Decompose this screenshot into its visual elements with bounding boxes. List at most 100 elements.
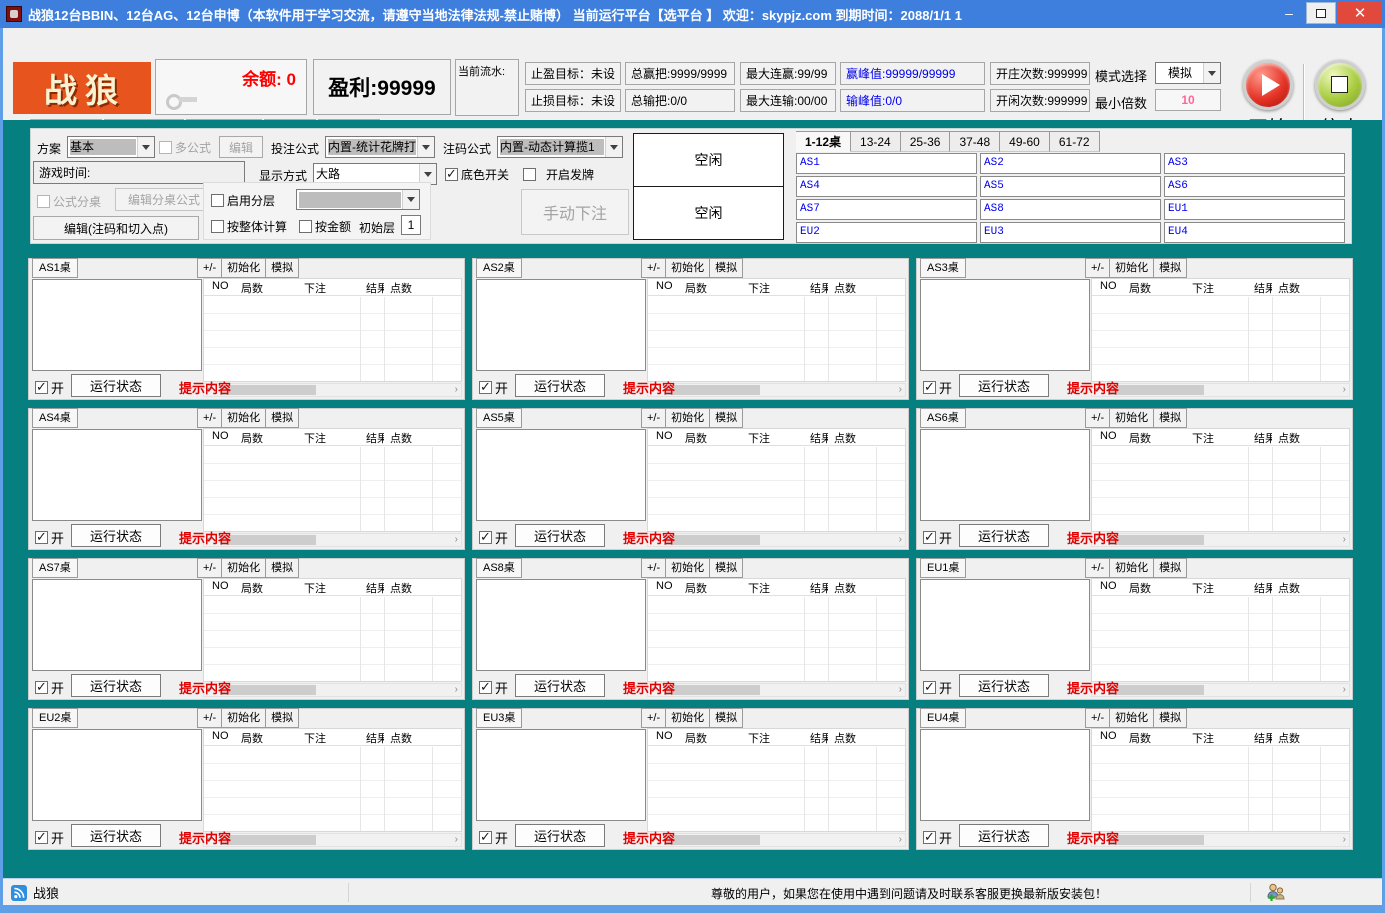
scroll-right-icon[interactable]: › — [455, 384, 458, 395]
by-amount-checkbox[interactable]: 按金额 — [299, 218, 351, 235]
simulate-tab[interactable]: 模拟 — [1154, 258, 1187, 278]
panel-open-checkbox[interactable]: 开 — [35, 678, 64, 697]
scroll-right-icon[interactable]: › — [1343, 384, 1346, 395]
scrollbar-thumb[interactable] — [220, 835, 316, 845]
scroll-right-icon[interactable]: › — [899, 384, 902, 395]
table-cell[interactable]: EU1 — [1164, 199, 1345, 220]
plus-minus-tab[interactable]: +/- — [197, 258, 222, 278]
scroll-right-icon[interactable]: › — [455, 534, 458, 545]
simulate-tab[interactable]: 模拟 — [1154, 558, 1187, 578]
panel-name-tab[interactable]: AS2桌 — [476, 258, 522, 278]
by-whole-checkbox[interactable]: 按整体计算 — [211, 218, 287, 235]
run-status-button[interactable]: 运行状态 — [71, 674, 161, 697]
horizontal-scrollbar[interactable]: ‹ › — [203, 383, 462, 397]
horizontal-scrollbar[interactable]: ‹ › — [647, 383, 906, 397]
panel-open-checkbox[interactable]: 开 — [923, 528, 952, 547]
initialize-tab[interactable]: 初始化 — [222, 708, 266, 728]
horizontal-scrollbar[interactable]: ‹ › — [203, 533, 462, 547]
panel-open-checkbox[interactable]: 开 — [923, 378, 952, 397]
run-status-button[interactable]: 运行状态 — [71, 374, 161, 397]
initialize-tab[interactable]: 初始化 — [666, 708, 710, 728]
initialize-tab[interactable]: 初始化 — [222, 408, 266, 428]
panel-open-checkbox[interactable]: 开 — [35, 528, 64, 547]
panel-name-tab[interactable]: AS5桌 — [476, 408, 522, 428]
plus-minus-tab[interactable]: +/- — [641, 408, 666, 428]
plus-minus-tab[interactable]: +/- — [641, 258, 666, 278]
plus-minus-tab[interactable]: +/- — [1085, 408, 1110, 428]
plus-minus-tab[interactable]: +/- — [641, 708, 666, 728]
panel-name-tab[interactable]: EU1桌 — [920, 558, 966, 578]
initialize-tab[interactable]: 初始化 — [1110, 708, 1154, 728]
horizontal-scrollbar[interactable]: ‹ › — [203, 683, 462, 697]
simulate-tab[interactable]: 模拟 — [1154, 708, 1187, 728]
scrollbar-thumb[interactable] — [1108, 685, 1204, 695]
scrollbar-thumb[interactable] — [1108, 535, 1204, 545]
panel-open-checkbox[interactable]: 开 — [479, 378, 508, 397]
initialize-tab[interactable]: 初始化 — [222, 258, 266, 278]
table-range-tab[interactable]: 49-60 — [1000, 131, 1050, 152]
table-cell[interactable]: AS7 — [796, 199, 977, 220]
stop-button[interactable] — [1315, 60, 1365, 110]
plus-minus-tab[interactable]: +/- — [197, 708, 222, 728]
close-button[interactable]: ✕ — [1338, 2, 1382, 24]
plus-minus-tab[interactable]: +/- — [1085, 258, 1110, 278]
scroll-right-icon[interactable]: › — [1343, 684, 1346, 695]
panel-open-checkbox[interactable]: 开 — [479, 528, 508, 547]
init-layer-input[interactable] — [401, 215, 421, 235]
table-range-tab[interactable]: 13-24 — [851, 131, 901, 152]
initialize-tab[interactable]: 初始化 — [222, 558, 266, 578]
run-status-button[interactable]: 运行状态 — [959, 674, 1049, 697]
table-range-tab[interactable]: 37-48 — [950, 131, 1000, 152]
start-button[interactable] — [1243, 60, 1293, 110]
mode-select[interactable]: 模拟 — [1155, 62, 1221, 84]
simulate-tab[interactable]: 模拟 — [710, 708, 743, 728]
plus-minus-tab[interactable]: +/- — [197, 558, 222, 578]
panel-open-checkbox[interactable]: 开 — [479, 678, 508, 697]
run-status-button[interactable]: 运行状态 — [71, 524, 161, 547]
scrollbar-thumb[interactable] — [1108, 835, 1204, 845]
table-cell[interactable]: AS1 — [796, 153, 977, 174]
panel-name-tab[interactable]: AS8桌 — [476, 558, 522, 578]
panel-open-checkbox[interactable]: 开 — [479, 828, 508, 847]
panel-name-tab[interactable]: AS7桌 — [32, 558, 78, 578]
scrollbar-thumb[interactable] — [664, 685, 760, 695]
minimize-button[interactable]: – — [1274, 2, 1304, 24]
initialize-tab[interactable]: 初始化 — [666, 408, 710, 428]
horizontal-scrollbar[interactable]: ‹ › — [1091, 833, 1350, 847]
horizontal-scrollbar[interactable]: ‹ › — [647, 533, 906, 547]
initialize-tab[interactable]: 初始化 — [666, 558, 710, 578]
scrollbar-thumb[interactable] — [220, 385, 316, 395]
simulate-tab[interactable]: 模拟 — [710, 558, 743, 578]
initialize-tab[interactable]: 初始化 — [1110, 408, 1154, 428]
run-status-button[interactable]: 运行状态 — [71, 824, 161, 847]
edit-note-cutin-button[interactable]: 编辑(注码和切入点) — [33, 216, 199, 240]
horizontal-scrollbar[interactable]: ‹ › — [647, 683, 906, 697]
panel-open-checkbox[interactable]: 开 — [923, 678, 952, 697]
deal-switch-checkbox[interactable]: 开启发牌 — [523, 166, 594, 183]
panel-name-tab[interactable]: EU4桌 — [920, 708, 966, 728]
panel-open-checkbox[interactable]: 开 — [35, 828, 64, 847]
scrollbar-thumb[interactable] — [220, 685, 316, 695]
table-range-tab[interactable]: 25-36 — [901, 131, 951, 152]
table-cell[interactable]: AS5 — [980, 176, 1161, 197]
plan-select[interactable]: 基本 — [67, 136, 155, 158]
scrollbar-thumb[interactable] — [220, 535, 316, 545]
simulate-tab[interactable]: 模拟 — [710, 408, 743, 428]
panel-name-tab[interactable]: AS1桌 — [32, 258, 78, 278]
initialize-tab[interactable]: 初始化 — [1110, 558, 1154, 578]
scrollbar-thumb[interactable] — [1108, 385, 1204, 395]
run-status-button[interactable]: 运行状态 — [515, 524, 605, 547]
table-cell[interactable]: AS4 — [796, 176, 977, 197]
scroll-right-icon[interactable]: › — [1343, 834, 1346, 845]
plus-minus-tab[interactable]: +/- — [641, 558, 666, 578]
plus-minus-tab[interactable]: +/- — [1085, 708, 1110, 728]
panel-name-tab[interactable]: EU3桌 — [476, 708, 522, 728]
scroll-right-icon[interactable]: › — [1343, 534, 1346, 545]
table-cell[interactable]: EU4 — [1164, 222, 1345, 243]
horizontal-scrollbar[interactable]: ‹ › — [647, 833, 906, 847]
layer-select[interactable] — [296, 189, 420, 210]
initialize-tab[interactable]: 初始化 — [666, 258, 710, 278]
panel-name-tab[interactable]: AS3桌 — [920, 258, 966, 278]
run-status-button[interactable]: 运行状态 — [515, 374, 605, 397]
run-status-button[interactable]: 运行状态 — [515, 824, 605, 847]
